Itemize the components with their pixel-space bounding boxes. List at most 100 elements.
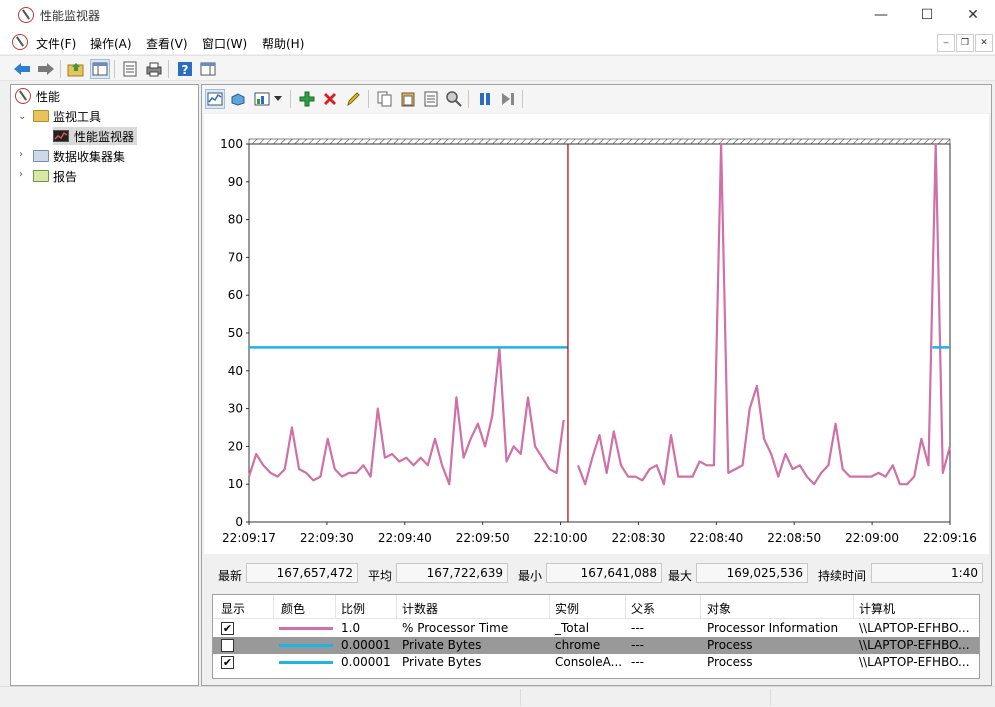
counter-value: Private Bytes	[402, 638, 482, 652]
freeze-display-icon[interactable]	[475, 89, 495, 109]
chevron-right-icon[interactable]: ›	[19, 149, 23, 160]
instance-value: ConsoleA...	[555, 655, 623, 669]
hatched-band	[248, 138, 951, 145]
legend-row[interactable]: 0.00001 Private Bytes chrome --- Process…	[213, 637, 979, 654]
minimum-label: 最小	[518, 569, 543, 583]
tree-item-data-collector-sets[interactable]: 数据收集器集	[33, 147, 125, 165]
menu-help[interactable]: 帮助(H)	[262, 35, 304, 52]
plot-frame	[248, 143, 951, 523]
chevron-right-icon[interactable]: ›	[19, 169, 23, 180]
help-icon[interactable]: ?	[175, 59, 195, 79]
column-instance[interactable]: 实例	[555, 600, 579, 617]
column-counter[interactable]: 计数器	[402, 600, 438, 617]
minimize-button[interactable]: —	[858, 0, 904, 30]
print-icon[interactable]	[144, 59, 164, 79]
instance-value: chrome	[555, 638, 601, 652]
child-close-button[interactable]: ✕	[975, 34, 993, 52]
y-tick-label: 70	[228, 250, 243, 264]
close-button[interactable]: ✕	[950, 0, 995, 30]
maximize-button[interactable]: ☐	[904, 0, 950, 30]
title-bar: 性能监视器 — ☐ ✕	[0, 0, 995, 30]
add-counter-icon[interactable]	[297, 89, 317, 109]
zoom-icon[interactable]	[444, 89, 464, 109]
change-graph-type-icon[interactable]	[252, 89, 272, 109]
back-icon[interactable]	[12, 59, 32, 79]
chevron-down-icon[interactable]: ⌄	[18, 111, 26, 122]
properties-icon[interactable]	[421, 89, 441, 109]
y-tick-label: 20	[228, 439, 243, 453]
object-value: Process	[707, 655, 753, 669]
x-tick-label: 22:08:50	[767, 531, 821, 545]
column-computer[interactable]: 计算机	[859, 600, 895, 617]
duration-label: 持续时间	[818, 569, 867, 583]
show-hide-tree-icon[interactable]	[90, 59, 110, 79]
legend-row[interactable]: ✔ 0.00001 Private Bytes ConsoleA... --- …	[213, 654, 979, 671]
tree-item-reports[interactable]: 报告	[33, 167, 77, 185]
parent-value: ---	[631, 621, 644, 635]
tree-item-monitoring-tools[interactable]: 监视工具	[33, 107, 101, 125]
minimum-value: 167,641,088	[546, 563, 662, 583]
legend-row[interactable]: ✔ 1.0 % Processor Time _Total --- Proces…	[213, 620, 979, 637]
maximum-value: 169,025,536	[696, 563, 808, 583]
copy-properties-icon[interactable]	[375, 89, 395, 109]
dropdown-arrow-icon[interactable]	[272, 89, 284, 109]
status-bar	[0, 686, 995, 707]
delete-counter-icon[interactable]	[320, 89, 340, 109]
show-checkbox[interactable]: ✔	[221, 656, 234, 669]
status-panel	[520, 689, 770, 706]
update-data-icon[interactable]	[498, 89, 518, 109]
paste-counter-list-icon[interactable]	[398, 89, 418, 109]
statistics-bar: 最新 167,657,472 平均 167,722,639 最小 167,641…	[202, 561, 991, 587]
show-hide-action-pane-icon[interactable]	[198, 59, 218, 79]
last-label: 最新	[218, 569, 243, 583]
performance-chart: 100908070605040302010022:09:17 22:09:30 22…	[220, 137, 977, 545]
computer-value: \\LAPTOP-EFHBO...	[859, 621, 970, 635]
duration-value: 1:40	[871, 563, 983, 583]
counter-value: Private Bytes	[402, 655, 482, 669]
show-checkbox[interactable]: ✔	[221, 622, 234, 635]
menu-window[interactable]: 窗口(W)	[202, 35, 247, 52]
x-tick-label: 22:09:16	[923, 531, 977, 545]
color-swatch	[279, 627, 333, 630]
y-tick-label: 90	[228, 175, 243, 189]
child-restore-button[interactable]: ❐	[956, 34, 974, 52]
properties-icon[interactable]	[120, 59, 140, 79]
menu-action[interactable]: 操作(A)	[90, 35, 132, 52]
status-panel	[770, 689, 970, 706]
maximum-label: 最大	[668, 569, 693, 583]
color-swatch	[279, 661, 333, 664]
data-collector-icon	[33, 150, 49, 162]
menu-view[interactable]: 查看(V)	[146, 35, 188, 52]
child-minimize-button[interactable]: ‒	[937, 34, 955, 52]
column-object[interactable]: 对象	[707, 600, 731, 617]
view-report-data-icon[interactable]	[228, 89, 248, 109]
scale-value: 1.0	[341, 621, 361, 635]
y-tick-label: 60	[228, 288, 243, 302]
show-checkbox[interactable]	[221, 639, 234, 652]
performance-icon	[15, 88, 31, 104]
scale-value: 0.00001	[341, 655, 391, 669]
parent-value: ---	[631, 655, 644, 669]
y-tick-label: 80	[228, 213, 243, 227]
x-tick-label: 22:08:30	[611, 531, 665, 545]
column-scale[interactable]: 比例	[341, 600, 365, 617]
up-folder-icon[interactable]	[66, 59, 86, 79]
column-color[interactable]: 颜色	[281, 600, 305, 617]
menu-file[interactable]: 文件(F)	[36, 35, 76, 52]
column-show[interactable]: 显示	[221, 600, 245, 617]
tree-item-performance-monitor[interactable]: 性能监视器	[53, 127, 138, 145]
highlight-icon[interactable]	[343, 89, 363, 109]
system-menu-icon[interactable]	[12, 34, 28, 50]
performance-monitor-pane: 100 90 80 70 60 50 40 30 20 10 0 22:09:17 22:09:30 22…	[201, 84, 992, 686]
forward-icon[interactable]	[36, 59, 56, 79]
parent-value: ---	[631, 638, 644, 652]
y-tick-label: 30	[228, 402, 243, 416]
instance-value: _Total	[555, 621, 590, 635]
graph-area: 100 90 80 70 60 50 40 30 20 10 0 22:09:17 22:09:30 22…	[204, 114, 989, 554]
computer-value: \\LAPTOP-EFHBO...	[859, 638, 970, 652]
monitor-chart-icon	[53, 130, 69, 142]
x-tick-label: 22:09:50	[456, 531, 510, 545]
tree-item-performance[interactable]: 性能	[15, 87, 60, 105]
view-graph-icon[interactable]	[205, 89, 225, 109]
column-parent[interactable]: 父系	[631, 600, 655, 617]
